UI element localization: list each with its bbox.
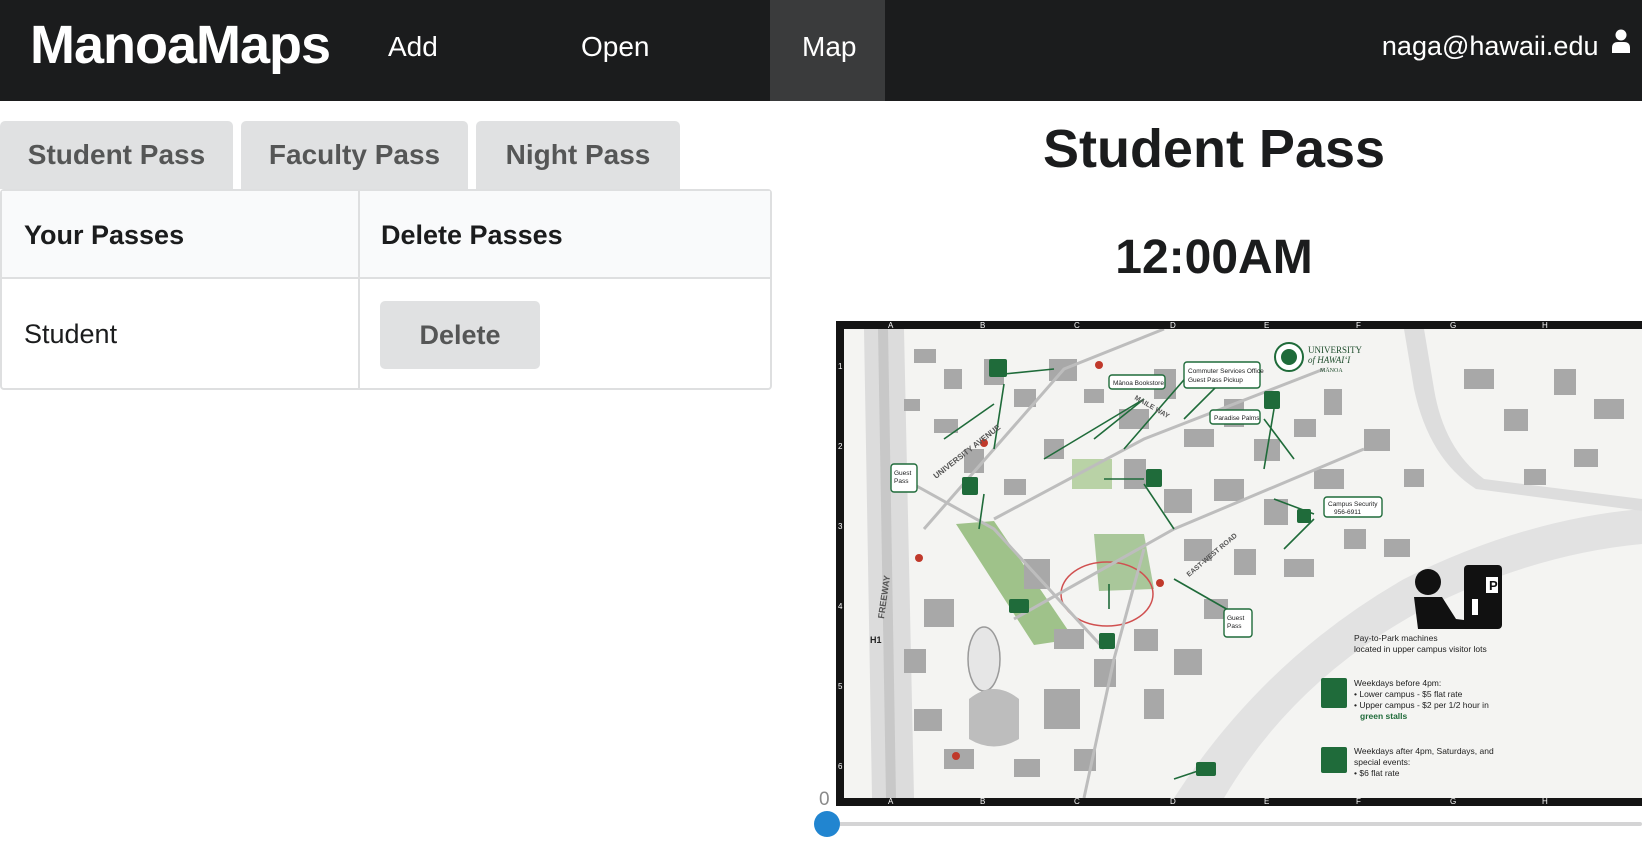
svg-text:B: B <box>980 797 985 806</box>
time-slider-handle[interactable] <box>814 811 840 837</box>
header-delete-passes: Delete Passes <box>381 220 563 250</box>
svg-text:H: H <box>1542 321 1548 330</box>
header-your-passes: Your Passes <box>24 220 185 250</box>
top-navbar: ManoaMaps Add Passes Open Parking Map na… <box>0 0 1642 155</box>
nav-add-passes[interactable]: Add Passes <box>356 0 550 155</box>
svg-text:B: B <box>980 321 985 330</box>
brand-logo[interactable]: ManoaMaps <box>30 10 331 80</box>
tab-faculty-pass[interactable]: Faculty Pass <box>241 121 468 189</box>
map-grid-labels: A B C D E F G H A B C D E F G H 1 2 3 4 5 6 <box>838 321 1548 806</box>
table-cell-pass-name: Student <box>24 319 118 349</box>
user-icon <box>1612 0 1630 91</box>
tab-night-pass[interactable]: Night Pass <box>476 121 680 189</box>
svg-text:G: G <box>1450 797 1456 806</box>
user-email: naga@hawaii.edu <box>1381 31 1599 61</box>
svg-text:G: G <box>1450 321 1456 330</box>
svg-text:D: D <box>1170 321 1176 330</box>
svg-text:6: 6 <box>838 762 843 771</box>
nav-open-parking[interactable]: Open Parking <box>549 0 771 155</box>
svg-text:F: F <box>1356 797 1361 806</box>
svg-text:A: A <box>888 321 894 330</box>
svg-text:C: C <box>1074 797 1080 806</box>
svg-text:3: 3 <box>838 522 843 531</box>
campus-map: Mānoa Bookstore Commuter Services Office… <box>836 321 1642 806</box>
svg-text:4: 4 <box>838 602 843 611</box>
svg-text:A: A <box>888 797 894 806</box>
time-slider-track[interactable] <box>826 822 1642 826</box>
time-slider-value: 0 <box>819 789 830 810</box>
selected-time: 12:00AM <box>1115 231 1313 284</box>
svg-text:F: F <box>1356 321 1361 330</box>
svg-text:5: 5 <box>838 682 843 691</box>
user-menu[interactable]: naga@hawaii.edu <box>1382 0 1630 101</box>
tab-student-pass[interactable]: Student Pass <box>0 121 233 189</box>
table-header: Your Passes Delete Passes <box>2 191 770 279</box>
delete-pass-button[interactable]: Delete <box>380 301 540 369</box>
column-divider <box>358 191 360 388</box>
svg-text:H: H <box>1542 797 1548 806</box>
svg-text:D: D <box>1170 797 1176 806</box>
passes-table: Your Passes Delete Passes Student Delete <box>0 189 772 390</box>
svg-text:E: E <box>1264 797 1269 806</box>
nav-map[interactable]: Map <box>770 0 885 101</box>
svg-text:E: E <box>1264 321 1269 330</box>
svg-text:C: C <box>1074 321 1080 330</box>
selected-pass-title: Student Pass <box>1042 119 1386 179</box>
svg-text:1: 1 <box>838 362 843 371</box>
svg-text:2: 2 <box>838 442 843 451</box>
